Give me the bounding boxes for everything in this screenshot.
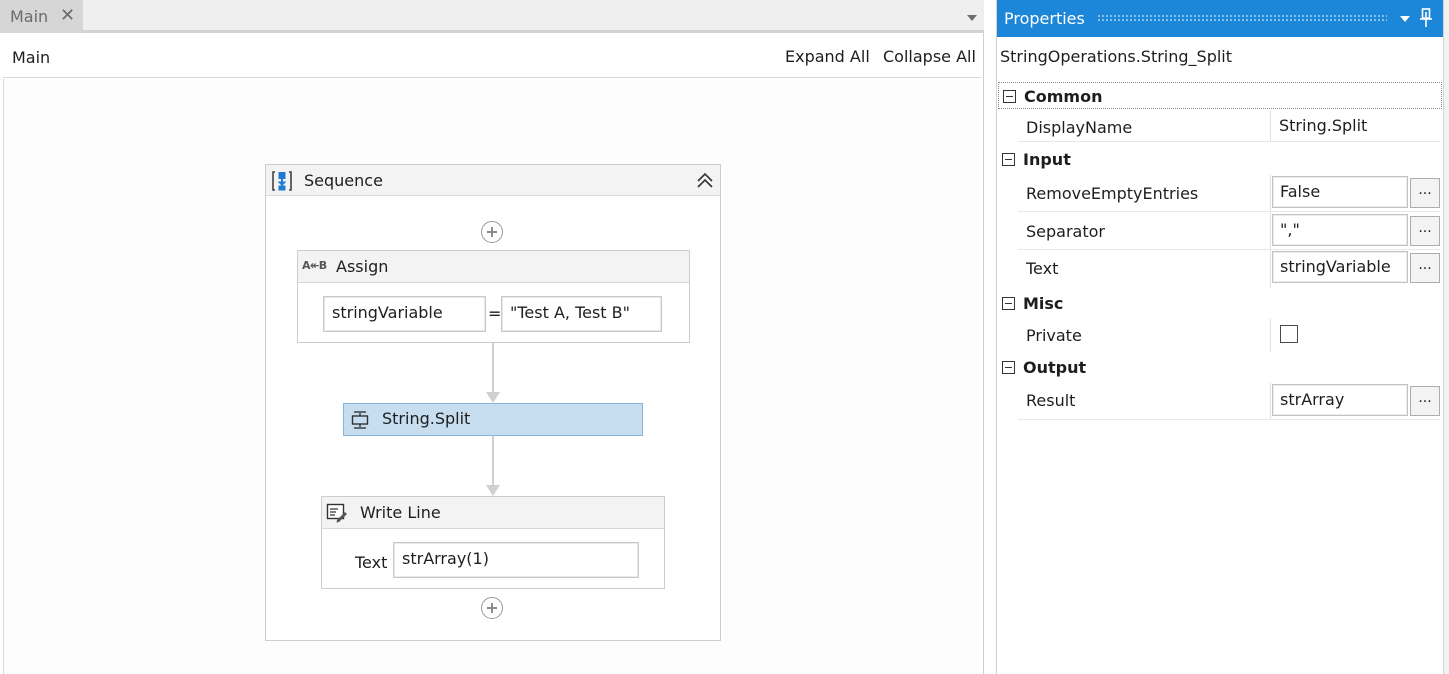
assign-title: Assign	[336, 257, 389, 276]
category-label: Output	[1023, 358, 1087, 377]
property-name: RemoveEmptyEntries	[1026, 184, 1199, 203]
collapse-toggle-icon[interactable]	[1002, 361, 1015, 374]
assign-equals-sign: =	[488, 304, 502, 323]
add-activity-bottom-icon[interactable]	[481, 597, 503, 619]
collapse-chevron-icon[interactable]	[694, 170, 716, 192]
category-label: Common	[1024, 87, 1103, 106]
result-field[interactable]: strArray	[1272, 384, 1408, 416]
write-line-icon	[326, 503, 347, 523]
property-name: Separator	[1026, 222, 1105, 241]
add-activity-top-icon[interactable]	[481, 221, 503, 243]
collapse-toggle-icon[interactable]	[1002, 153, 1015, 166]
write-line-text-field[interactable]: strArray(1)	[393, 542, 639, 578]
ellipsis-button[interactable]: ...	[1410, 178, 1440, 208]
breadcrumb[interactable]: Main	[12, 48, 50, 67]
property-row-text: Text stringVariable ...	[1018, 250, 1440, 288]
category-input[interactable]: Input	[998, 146, 1442, 173]
connector-line	[492, 436, 494, 486]
properties-title-bar: Properties	[997, 0, 1443, 37]
string-split-title: String.Split	[382, 409, 471, 428]
connector-arrow	[486, 485, 500, 496]
category-label: Misc	[1023, 294, 1064, 313]
property-name: Private	[1026, 326, 1082, 345]
ellipsis-button[interactable]: ...	[1410, 216, 1440, 246]
category-label: Input	[1023, 150, 1071, 169]
category-misc[interactable]: Misc	[998, 290, 1442, 317]
connector-line	[492, 343, 494, 393]
assign-activity[interactable]: A↞B Assign stringVariable = "Test A, Tes…	[297, 250, 690, 343]
collapse-all-button[interactable]: Collapse All	[883, 47, 976, 66]
split-icon	[351, 411, 369, 429]
write-line-activity[interactable]: Write Line Text strArray(1)	[321, 496, 665, 589]
sequence-title: Sequence	[304, 171, 383, 190]
category-common[interactable]: Common	[998, 82, 1442, 109]
panel-menu-icon[interactable]	[1398, 11, 1412, 25]
property-row-private: Private	[1018, 318, 1440, 352]
property-row-result: Result strArray ...	[1018, 382, 1440, 420]
close-icon[interactable]: ✕	[60, 5, 75, 26]
properties-title: Properties	[1004, 9, 1085, 28]
collapse-toggle-icon[interactable]	[1002, 297, 1015, 310]
property-row-separator: Separator "," ...	[1018, 212, 1440, 250]
document-tab-bar: Main ✕	[0, 0, 984, 33]
string-split-activity[interactable]: String.Split	[343, 403, 643, 436]
property-name: Text	[1026, 259, 1059, 278]
sequence-header[interactable]: Sequence	[266, 165, 720, 196]
removeemptyentries-field[interactable]: False	[1272, 176, 1408, 208]
text-field[interactable]: stringVariable	[1272, 251, 1408, 283]
collapse-toggle-icon[interactable]	[1003, 90, 1016, 103]
tab-dropdown-icon[interactable]	[963, 10, 981, 26]
assign-header: A↞B Assign	[298, 251, 689, 283]
tab-main-label: Main	[10, 7, 49, 26]
ellipsis-button[interactable]: ...	[1410, 386, 1440, 416]
write-line-text-label: Text	[355, 553, 388, 572]
selected-activity-type: StringOperations.String_Split	[1000, 47, 1233, 66]
write-line-header: Write Line	[322, 497, 664, 529]
connector-arrow	[486, 392, 500, 403]
category-output[interactable]: Output	[998, 354, 1442, 381]
displayname-field[interactable]: String.Split	[1272, 111, 1438, 141]
property-row-removeemptyentries: RemoveEmptyEntries False ...	[1018, 174, 1440, 212]
properties-panel: Properties StringOperations.String_Split…	[996, 0, 1449, 674]
assign-icon: A↞B	[302, 259, 327, 272]
breadcrumb-bar: Main Expand All Collapse All	[3, 36, 981, 78]
write-line-title: Write Line	[360, 503, 441, 522]
expand-all-button[interactable]: Expand All	[785, 47, 870, 66]
assign-value-field[interactable]: "Test A, Test B"	[501, 296, 662, 332]
workflow-designer: Main ✕ Main Expand All Collapse All Sequ…	[0, 0, 984, 674]
tab-main[interactable]: Main ✕	[0, 0, 83, 33]
ellipsis-button[interactable]: ...	[1410, 253, 1440, 283]
properties-scroll-edge	[1443, 0, 1449, 674]
assign-to-field[interactable]: stringVariable	[323, 296, 486, 332]
drag-grip[interactable]	[1097, 14, 1387, 22]
private-checkbox[interactable]	[1280, 325, 1298, 343]
pin-icon[interactable]	[1419, 8, 1433, 28]
property-name: Result	[1026, 391, 1076, 410]
property-row-displayname: DisplayName String.Split	[1018, 110, 1440, 142]
separator-field[interactable]: ","	[1272, 214, 1408, 246]
property-name: DisplayName	[1026, 118, 1133, 137]
sequence-icon	[272, 171, 292, 191]
